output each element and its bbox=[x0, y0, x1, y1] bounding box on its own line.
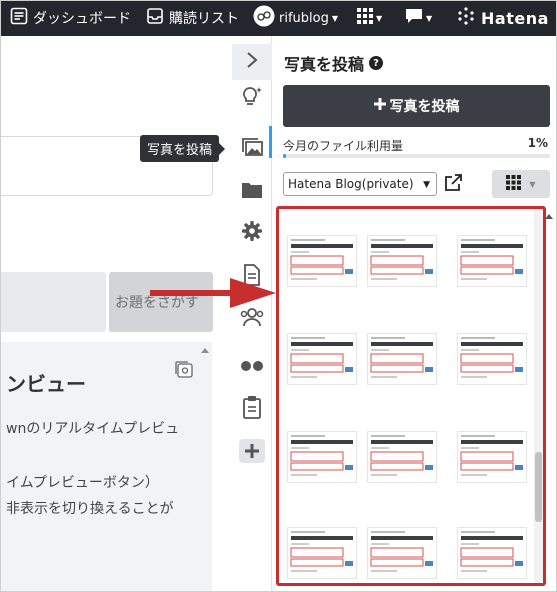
external-link-icon[interactable] bbox=[443, 173, 463, 193]
photo-thumbnail[interactable] bbox=[367, 333, 437, 385]
settings-button[interactable] bbox=[232, 216, 272, 250]
post-photo-label: 写真を投稿 bbox=[389, 99, 460, 115]
chevron-down-icon: ▼ bbox=[376, 13, 383, 23]
photo-thumbnail[interactable] bbox=[457, 527, 527, 579]
usage-progress-track bbox=[283, 154, 550, 158]
chevron-down-icon: ▼ bbox=[331, 13, 338, 23]
add-module-button[interactable] bbox=[232, 434, 272, 468]
dashboard-label: ダッシュボード bbox=[33, 11, 131, 27]
photo-thumbnail[interactable] bbox=[457, 431, 527, 483]
notifications-menu[interactable]: ▼ bbox=[405, 0, 432, 36]
active-indicator bbox=[269, 126, 272, 158]
photo-thumbnail[interactable] bbox=[287, 235, 357, 287]
photo-thumbnail[interactable] bbox=[367, 527, 437, 579]
gallery-scroll-thumb[interactable] bbox=[535, 452, 542, 522]
reader-icon bbox=[146, 7, 164, 29]
collapse-panel-button[interactable] bbox=[232, 44, 272, 80]
top-navigation-bar: ダッシュボード 購読リスト rifublog ▼ ▼ ▼ Hatena bbox=[0, 0, 557, 36]
topic-area bbox=[0, 272, 106, 332]
panel-title-text: 写真を投稿 bbox=[284, 55, 365, 74]
dashboard-link[interactable]: ダッシュボード bbox=[10, 0, 131, 36]
preview-toggle-icon[interactable] bbox=[174, 360, 194, 380]
user-menu[interactable]: rifublog ▼ bbox=[253, 0, 338, 36]
avatar bbox=[253, 5, 275, 31]
user-name: rifublog bbox=[279, 10, 329, 26]
red-arrow-annotation bbox=[150, 278, 276, 308]
gear-icon bbox=[241, 220, 263, 246]
usage-value: 1% bbox=[527, 136, 548, 150]
photo-upload-button[interactable] bbox=[232, 131, 272, 165]
photo-tooltip: 写真を投稿 bbox=[140, 135, 226, 162]
plus-icon bbox=[373, 98, 386, 114]
subscriptions-label: 購読リスト bbox=[169, 11, 239, 27]
subscriptions-link[interactable]: 購読リスト bbox=[146, 0, 239, 36]
folder-icon bbox=[241, 181, 263, 203]
preview-line: wnのリアルタイムプレビュ bbox=[6, 421, 180, 437]
chevron-down-icon: ▼ bbox=[423, 180, 430, 190]
chevron-right-icon bbox=[246, 51, 258, 73]
photo-thumbnail[interactable] bbox=[367, 235, 437, 287]
chevron-down-icon: ▼ bbox=[426, 13, 433, 23]
preview-heading: ンビュー bbox=[6, 372, 86, 396]
dots-icon bbox=[240, 357, 264, 376]
gallery-scrollbar[interactable] bbox=[534, 209, 543, 583]
panel-title: 写真を投稿 ? bbox=[284, 51, 384, 75]
flickr-button[interactable] bbox=[232, 349, 272, 383]
help-icon[interactable]: ? bbox=[369, 56, 384, 70]
chevron-down-icon: ▼ bbox=[529, 179, 536, 189]
grid-icon bbox=[506, 174, 522, 194]
brand-name: Hatena bbox=[481, 8, 549, 28]
lightbulb-icon bbox=[240, 85, 264, 113]
folder-button[interactable] bbox=[232, 175, 272, 209]
grid-icon bbox=[357, 8, 373, 28]
plus-icon bbox=[239, 439, 265, 463]
photo-icon bbox=[240, 135, 264, 161]
apps-menu[interactable]: ▼ bbox=[357, 0, 382, 36]
speech-bubble-icon bbox=[405, 8, 423, 28]
usage-progress-fill bbox=[283, 154, 286, 158]
blog-select-value: Hatena Blog(private) bbox=[288, 177, 414, 191]
scroll-up-icon[interactable] bbox=[545, 214, 553, 219]
usage-label: 今月のファイル利用量 bbox=[283, 139, 404, 153]
preview-line: イムプレビューボタン） bbox=[6, 475, 159, 491]
photo-thumbnail[interactable] bbox=[287, 527, 357, 579]
clipboard-button[interactable] bbox=[232, 392, 272, 426]
photo-thumbnail[interactable] bbox=[457, 333, 527, 385]
photo-panel: 写真を投稿 ? 写真を投稿 今月のファイル利用量 1% Hatena Blog(… bbox=[269, 36, 557, 592]
photo-thumbnail[interactable] bbox=[287, 333, 357, 385]
post-photo-button[interactable]: 写真を投稿 bbox=[283, 85, 550, 127]
clipboard-icon bbox=[242, 395, 262, 423]
blog-select[interactable]: Hatena Blog(private) ▼ bbox=[283, 172, 437, 196]
dashboard-icon bbox=[10, 7, 28, 29]
photo-thumbnail[interactable] bbox=[287, 431, 357, 483]
hatena-logo[interactable]: Hatena bbox=[456, 0, 549, 36]
hatena-dots-icon bbox=[456, 7, 476, 29]
photo-gallery bbox=[276, 206, 546, 586]
scroll-up-icon[interactable] bbox=[201, 348, 209, 353]
photo-thumbnail[interactable] bbox=[367, 431, 437, 483]
view-mode-toggle[interactable]: ▼ bbox=[492, 170, 550, 198]
preview-line: 非表示を切り換えることが bbox=[6, 501, 174, 517]
ideas-button[interactable] bbox=[232, 82, 272, 116]
photo-thumbnail[interactable] bbox=[457, 235, 527, 287]
